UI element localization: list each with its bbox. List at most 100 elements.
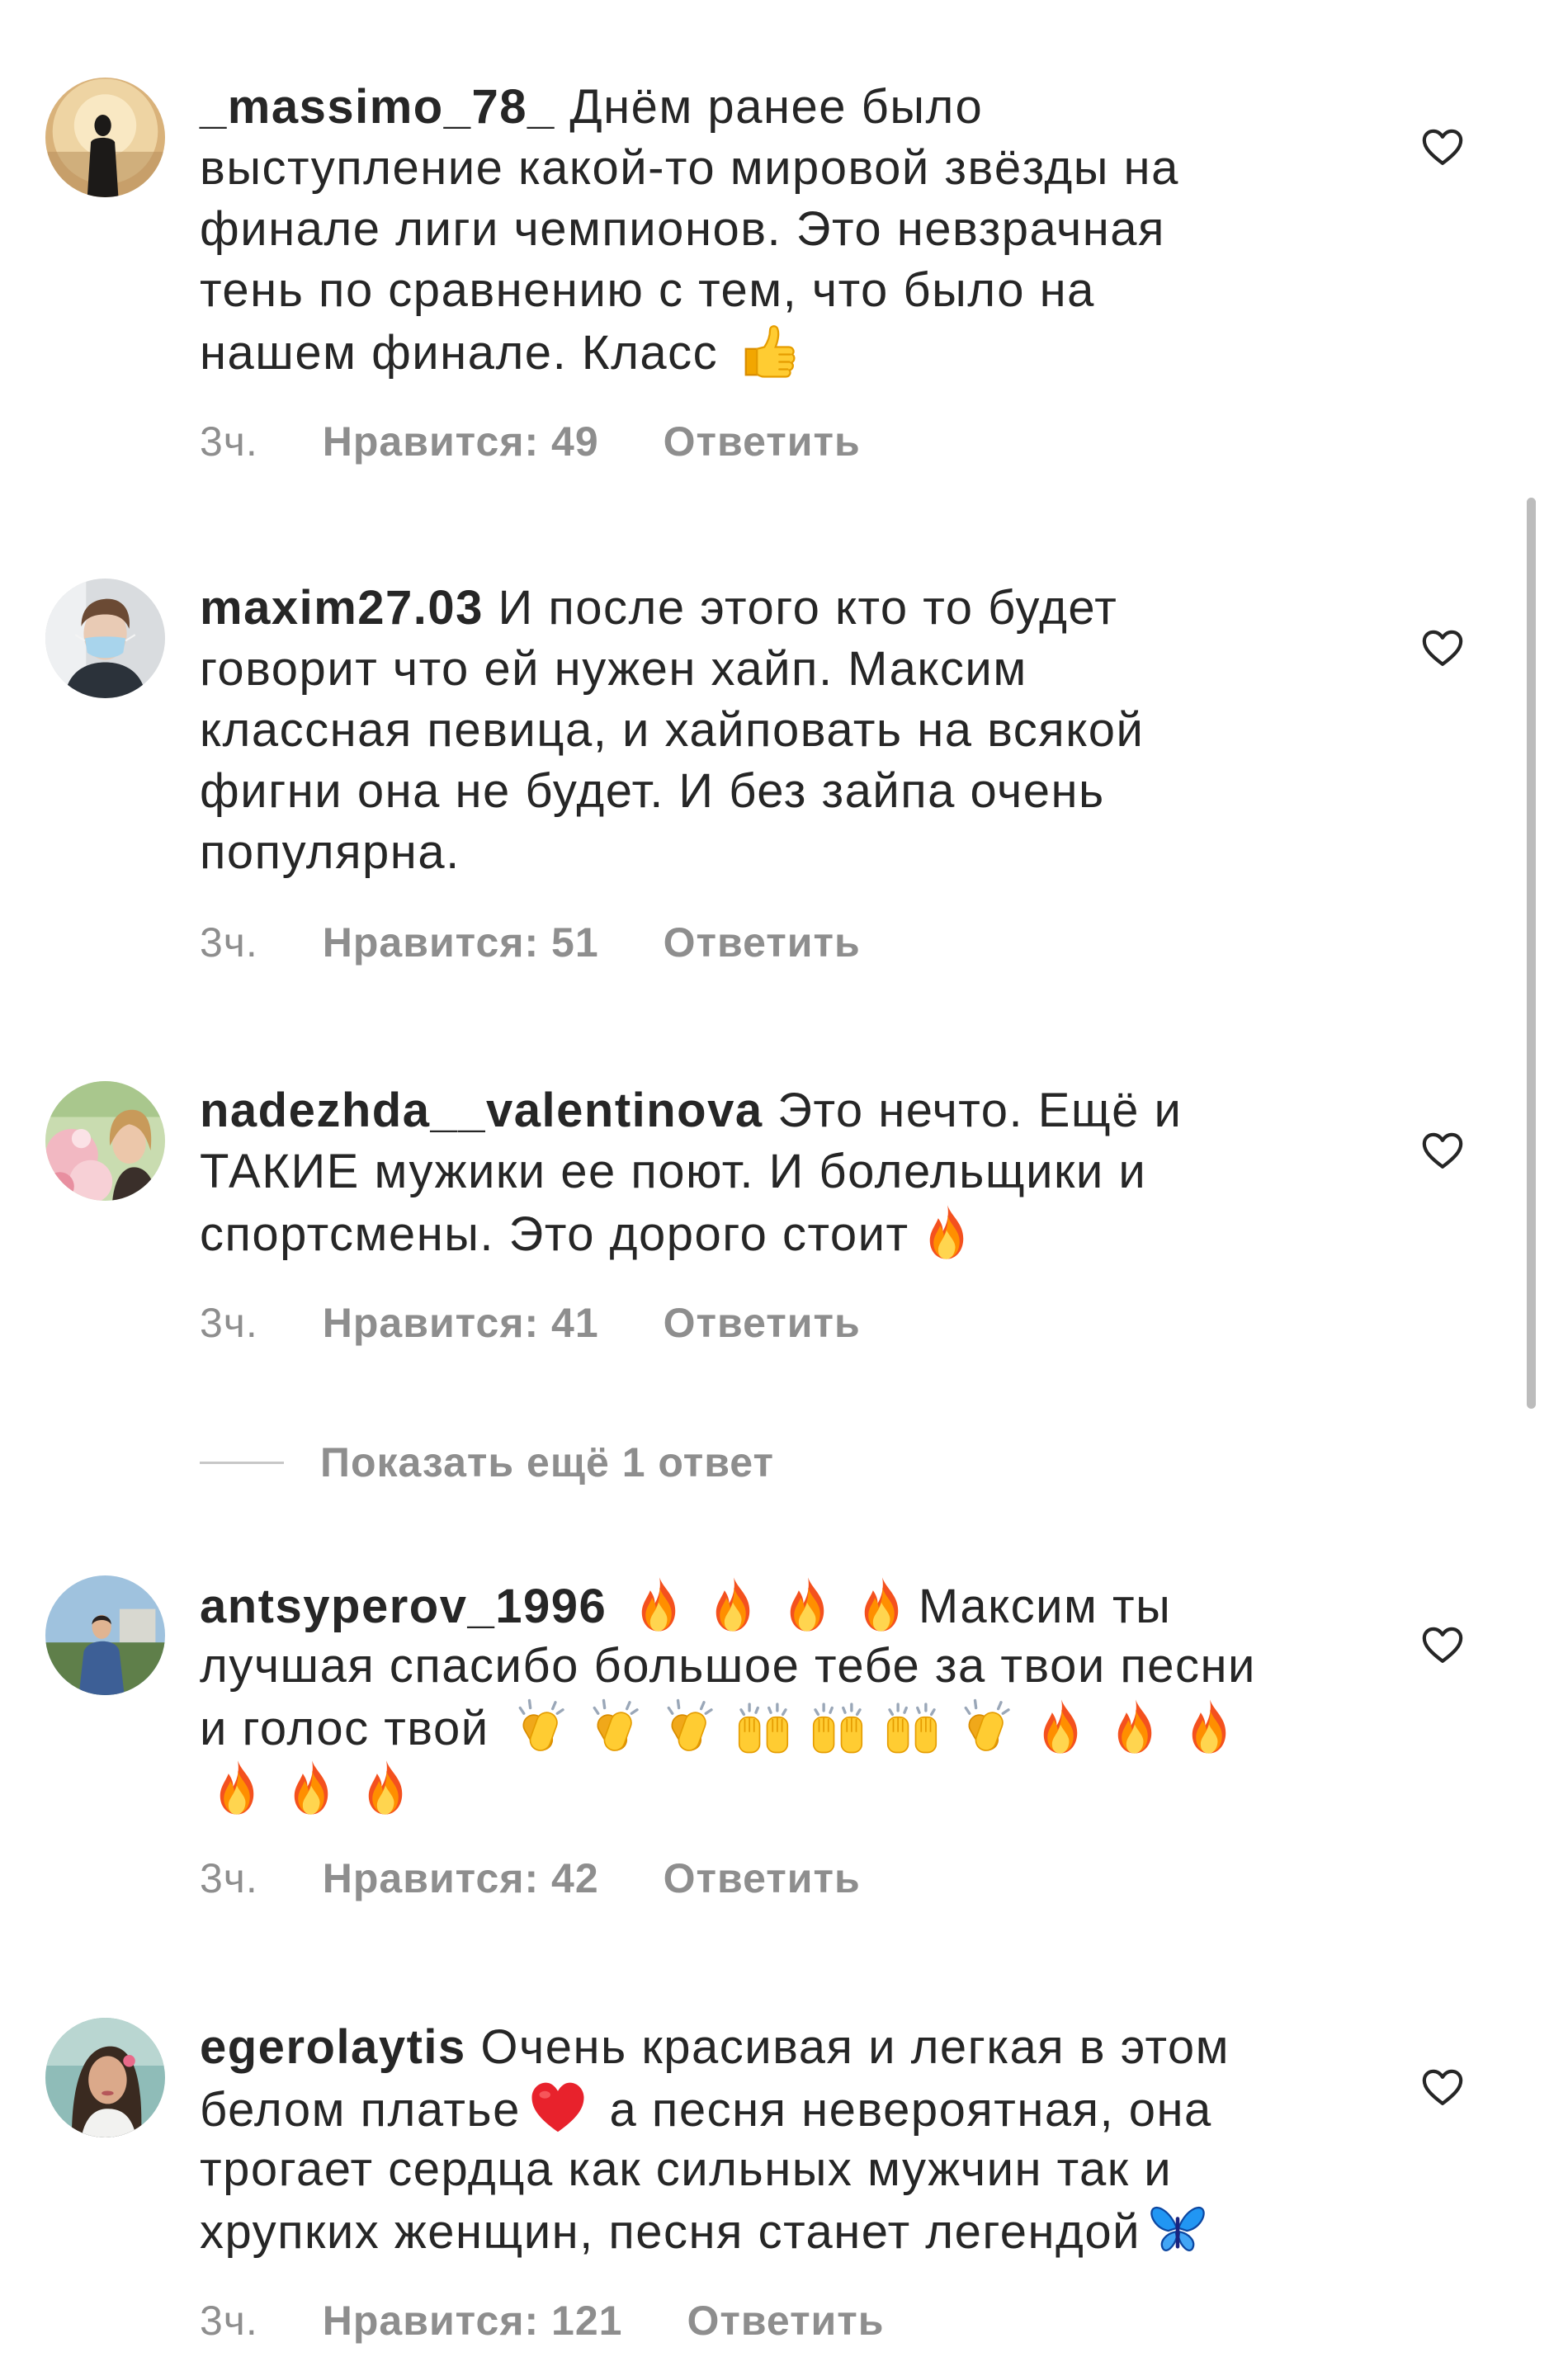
heart-outline-icon[interactable] (1419, 2064, 1466, 2110)
timestamp: 3ч. (200, 919, 258, 966)
fire-emoji-icon (1193, 1699, 1226, 1754)
username-link[interactable]: antsyperov_1996 (200, 1580, 607, 1633)
fire-emoji-icon (641, 1577, 676, 1632)
username-link[interactable]: nadezhda__valentinova (200, 1084, 763, 1137)
heart-outline-icon[interactable] (1419, 1127, 1466, 1174)
comment-text-line: лучшая спасибо большое тебе за твои песн… (200, 1636, 1256, 1697)
username-link[interactable]: _massimo_78_ (200, 80, 555, 134)
comment-text-line (200, 1758, 1256, 1819)
fire-emoji-icon (1118, 1699, 1152, 1754)
avatar-photo[interactable] (45, 1575, 165, 1695)
comment-text-line: maxim27.03 И после этого кто то будет (200, 578, 1144, 639)
heart-outline-icon[interactable] (1419, 124, 1466, 170)
red-heart-emoji-icon (531, 2082, 584, 2132)
comment-meta: 3ч. Нравится: 49 Ответить (200, 417, 1179, 466)
comment-text: белом платье (200, 2083, 521, 2137)
comment-text-line: спортсмены. Это дорого стоит (200, 1202, 1182, 1263)
comment-text-line: egerolaytis Очень красивая и легкая в эт… (200, 2017, 1230, 2078)
avatar[interactable] (45, 1081, 165, 1201)
replies-divider (200, 1461, 284, 1464)
comment-text-line: выступление какой-то мировой звёзды на (200, 138, 1179, 199)
avatar-photo[interactable] (45, 1081, 165, 1201)
like-button[interactable] (1419, 124, 1466, 170)
timestamp: 3ч. (200, 2298, 258, 2344)
reply-button[interactable]: Ответить (687, 2296, 884, 2345)
comment-text: фигни она не будет. И без зайпа очень (200, 764, 1105, 818)
comment-text-line: ТАКИЕ мужики ее поют. И болельщики и (200, 1141, 1182, 1202)
clapping-hands-emoji-icon (667, 1698, 713, 1755)
username-link[interactable]: egerolaytis (200, 2020, 466, 2074)
clapping-hands-emoji-icon (964, 1698, 1010, 1755)
clapping-hands-emoji-icon (593, 1698, 639, 1755)
comment-text: популярна. (200, 825, 460, 879)
comment-text: Максим ты (918, 1580, 1172, 1633)
scrollbar[interactable] (1527, 498, 1536, 1409)
avatar[interactable] (45, 2018, 165, 2137)
username-link[interactable]: maxim27.03 (200, 581, 484, 635)
comment-meta: 3ч. Нравится: 121 Ответить (200, 2296, 1230, 2345)
comment-body: _massimo_78_ Днём ранее было выступление … (200, 77, 1179, 466)
comment-meta: 3ч. Нравится: 51 Ответить (200, 918, 1144, 967)
like-button[interactable] (1419, 1622, 1466, 1668)
comment-text: ТАКИЕ мужики ее поют. И болельщики и (200, 1145, 1147, 1198)
comment-text: Очень красивая и легкая в этом (480, 2020, 1230, 2074)
reply-button[interactable]: Ответить (664, 417, 861, 466)
comment-text-line: финале лиги чемпионов. Это невзрачная (200, 199, 1179, 260)
raised-hands-emoji-icon (738, 1703, 790, 1755)
comments-page: _massimo_78_ Днём ранее было выступление … (0, 0, 1568, 2371)
comment-body: antsyperov_1996 Максим ты лучшая спасибо … (200, 1575, 1256, 1903)
fire-emoji-icon (368, 1760, 403, 1815)
avatar-photo[interactable] (45, 579, 165, 698)
likes-count-link[interactable]: Нравится: 41 (323, 1298, 599, 1348)
comment-text-line: популярна. (200, 822, 1144, 883)
avatar[interactable] (45, 1575, 165, 1695)
comment-text-line: и голос твой (200, 1697, 1256, 1758)
comment-text: и голос твой (200, 1702, 504, 1755)
comment-body: nadezhda__valentinova Это нечто. Ещё и ТА… (200, 1080, 1182, 1348)
comment-text-line: белом платье а песня невероятная, она (200, 2078, 1230, 2139)
fire-emoji-icon (716, 1577, 750, 1632)
comment-text-line: хрупких женщин, песня станет легендой (200, 2200, 1230, 2261)
avatar-photo[interactable] (45, 78, 165, 197)
comment-text: Днём ранее было (569, 80, 984, 134)
comment-text: хрупких женщин, песня станет легендой (200, 2205, 1141, 2259)
comment-text: а песня невероятная, она (594, 2083, 1212, 2137)
reply-button[interactable]: Ответить (664, 1298, 861, 1348)
raised-hands-emoji-icon (886, 1703, 938, 1755)
avatar[interactable] (45, 579, 165, 698)
comment-text: финале лиги чемпионов. Это невзрачная (200, 202, 1165, 256)
heart-outline-icon[interactable] (1419, 625, 1466, 671)
comment-text-line: _massimo_78_ Днём ранее было (200, 77, 1179, 138)
fire-emoji-icon (294, 1760, 328, 1815)
comment-text: говорит что ей нужен хайп. Максим (200, 642, 1027, 696)
like-button[interactable] (1419, 625, 1466, 671)
comment-text-line: тень по сравнению с тем, что было на (200, 260, 1179, 321)
comment-text-line: нашем финале. Класс (200, 321, 1179, 382)
heart-outline-icon[interactable] (1419, 1622, 1466, 1668)
reply-button[interactable]: Ответить (664, 918, 861, 967)
comment-list: _massimo_78_ Днём ранее было выступление … (0, 0, 1568, 2371)
avatar[interactable] (45, 78, 165, 197)
raised-hands-emoji-icon (812, 1703, 864, 1755)
comment-text-line: трогает сердца как сильных мужчин так и (200, 2139, 1230, 2200)
avatar-photo[interactable] (45, 2018, 165, 2137)
comment-text-line: nadezhda__valentinova Это нечто. Ещё и (200, 1080, 1182, 1141)
show-more-replies-label: Показать ещё 1 ответ (320, 1439, 774, 1485)
likes-count-link[interactable]: Нравится: 49 (323, 417, 599, 466)
likes-count-link[interactable]: Нравится: 42 (323, 1854, 599, 1903)
butterfly-emoji-icon (1150, 2206, 1205, 2251)
comment-text: лучшая спасибо большое тебе за твои песн… (200, 1639, 1256, 1693)
reply-button[interactable]: Ответить (664, 1854, 861, 1903)
comment-meta: 3ч. Нравится: 42 Ответить (200, 1854, 1256, 1903)
comment-text: нашем финале. Класс (200, 326, 733, 380)
likes-count-link[interactable]: Нравится: 51 (323, 918, 599, 967)
fire-emoji-icon (864, 1577, 899, 1632)
comment-text-line: говорит что ей нужен хайп. Максим (200, 639, 1144, 700)
likes-count-link[interactable]: Нравится: 121 (323, 2296, 623, 2345)
show-more-replies-button[interactable]: Показать ещё 1 ответ (200, 1438, 774, 1487)
comment-text: спортсмены. Это дорого стоит (200, 1207, 909, 1261)
like-button[interactable] (1419, 2064, 1466, 2110)
comment-text-line: классная певица, и хайповать на всякой (200, 700, 1144, 761)
like-button[interactable] (1419, 1127, 1466, 1174)
comment-text: трогает сердца как сильных мужчин так и (200, 2142, 1173, 2196)
